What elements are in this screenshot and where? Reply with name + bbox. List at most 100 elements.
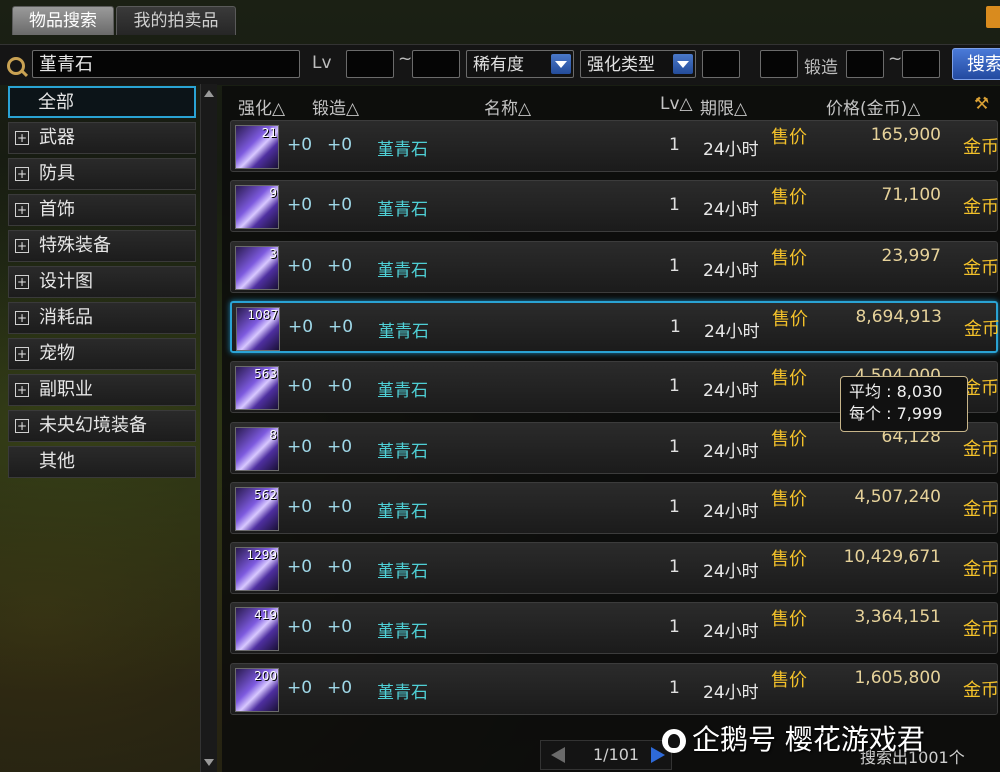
gem-item-icon[interactable]: 563 [235, 366, 279, 411]
table-row[interactable]: 562 +0 +0 堇青石 1 24小时 售价 4,507,240 金币 [230, 481, 999, 534]
category-sub-profession[interactable]: + 副职业 [8, 374, 196, 406]
currency-label: 金币 [964, 318, 1000, 340]
category-consumable[interactable]: + 消耗品 [8, 302, 196, 334]
sidebar-scrollbar[interactable] [200, 84, 217, 772]
gem-item-icon[interactable]: 1087 [236, 306, 280, 351]
enhance-type-dropdown[interactable]: 强化类型 [580, 50, 696, 78]
column-header-period[interactable]: 期限△ [700, 94, 747, 119]
expand-icon[interactable]: + [15, 275, 29, 289]
search-bar: 堇青石 Lv ~ 稀有度 强化类型 锻造 ~ 搜索 [0, 44, 1000, 85]
gem-item-icon[interactable]: 1299 [235, 547, 279, 592]
item-period: 24小时 [704, 321, 760, 342]
item-level: 1 [669, 677, 680, 698]
currency-label: 金币 [963, 559, 999, 581]
expand-icon[interactable]: + [15, 203, 29, 217]
currency-label: 金币 [963, 378, 999, 400]
category-blueprint[interactable]: + 设计图 [8, 266, 196, 298]
category-label: 宠物 [39, 343, 75, 364]
expand-icon[interactable]: + [15, 131, 29, 145]
forge-value: +0 [327, 376, 353, 397]
table-row[interactable]: 1087 +0 +0 堇青石 1 24小时 售价 8,694,913 金币 [230, 300, 1000, 353]
forge-min-input[interactable] [846, 50, 884, 78]
forge-range-tilde: ~ [888, 49, 903, 69]
category-label: 其他 [39, 451, 75, 472]
category-accessory[interactable]: + 首饰 [8, 194, 196, 226]
item-period: 24小时 [703, 622, 759, 643]
lv-max-input[interactable] [412, 50, 460, 78]
chevron-down-icon[interactable] [551, 54, 571, 74]
column-header-forge[interactable]: 锻造△ [312, 94, 359, 119]
category-special-equipment[interactable]: + 特殊装备 [8, 230, 196, 262]
category-armor[interactable]: + 防具 [8, 158, 196, 190]
category-all[interactable]: 全部 [8, 86, 196, 118]
category-label: 武器 [39, 127, 75, 148]
expand-icon[interactable]: + [15, 383, 29, 397]
chevron-down-icon[interactable] [673, 54, 693, 74]
item-period: 24小时 [703, 381, 759, 402]
item-name: 堇青石 [377, 260, 428, 281]
item-name: 堇青石 [377, 140, 428, 160]
enhance-max-input[interactable] [760, 50, 798, 78]
category-label: 副职业 [39, 379, 93, 400]
expand-icon[interactable]: + [15, 419, 29, 433]
expand-icon[interactable]: + [15, 347, 29, 361]
forge-max-input[interactable] [902, 50, 940, 78]
scroll-down-icon[interactable] [204, 759, 214, 766]
rarity-dropdown[interactable]: 稀有度 [466, 50, 574, 78]
table-row[interactable]: 419 +0 +0 堇青石 1 24小时 售价 3,364,151 金币 [230, 602, 999, 655]
item-name: 堇青石 [377, 622, 428, 643]
tab-item-search[interactable]: 物品搜索 [12, 6, 114, 35]
expand-icon[interactable]: + [15, 311, 29, 325]
item-count: 8 [269, 427, 277, 442]
table-row[interactable]: 3 +0 +0 堇青石 1 24小时 售价 23,997 金币 [230, 240, 999, 293]
enhance-value: +0 [287, 255, 313, 276]
category-label: 设计图 [39, 271, 93, 292]
gem-item-icon[interactable]: 21 [235, 125, 279, 169]
hammer-icon[interactable]: ⚒ [974, 94, 989, 114]
gem-item-icon[interactable]: 9 [235, 185, 279, 230]
forge-value: +0 [327, 677, 353, 698]
search-button[interactable]: 搜索 [952, 48, 1000, 80]
enhance-value: +0 [287, 617, 313, 638]
column-header-enhance[interactable]: 强化△ [238, 94, 285, 119]
watermark-text: 企鹅号 樱花游戏君 [692, 723, 925, 756]
scroll-up-icon[interactable] [204, 90, 214, 97]
lv-min-input[interactable] [346, 50, 394, 78]
gem-item-icon[interactable]: 419 [235, 607, 279, 652]
item-price: 10,429,671 [843, 547, 941, 568]
item-level: 1 [669, 255, 680, 276]
prev-page-icon[interactable] [551, 747, 565, 763]
forge-label: 锻造 [804, 58, 838, 78]
column-header-lv[interactable]: Lv△ [660, 94, 693, 114]
gem-item-icon[interactable]: 562 [235, 486, 279, 531]
category-weapon[interactable]: + 武器 [8, 122, 196, 154]
gem-item-icon[interactable]: 200 [235, 667, 279, 712]
item-price: 3,364,151 [854, 607, 941, 628]
gem-item-icon[interactable]: 8 [235, 426, 279, 471]
table-row[interactable]: 21 +0 +0 堇青石 1 24小时 售价 165,900 金币 [230, 120, 999, 172]
item-price: 71,100 [881, 185, 941, 206]
column-header-price[interactable]: 价格(金币)△ [826, 94, 920, 119]
item-period: 24小时 [703, 441, 759, 462]
lv-range-tilde: ~ [398, 49, 413, 69]
item-name: 堇青石 [377, 200, 428, 221]
enhance-min-input[interactable] [702, 50, 740, 78]
category-pet[interactable]: + 宠物 [8, 338, 196, 370]
tab-my-auctions[interactable]: 我的拍卖品 [116, 6, 236, 35]
expand-icon[interactable]: + [15, 239, 29, 253]
gem-item-icon[interactable]: 3 [235, 245, 279, 290]
category-other[interactable]: 其他 [8, 446, 196, 478]
lv-label: Lv [312, 53, 332, 73]
category-weiyang-equipment[interactable]: + 未央幻境装备 [8, 410, 196, 442]
mail-icon[interactable] [986, 6, 1000, 28]
table-row[interactable]: 200 +0 +0 堇青石 1 24小时 售价 1,605,800 金币 [230, 662, 999, 715]
table-row[interactable]: 1299 +0 +0 堇青石 1 24小时 售价 10,429,671 金币 [230, 542, 999, 595]
table-row[interactable]: 9 +0 +0 堇青石 1 24小时 售价 71,100 金币 [230, 180, 999, 233]
item-level: 1 [669, 617, 680, 638]
category-sidebar: 全部 + 武器 + 防具 + 首饰 + 特殊装备 + 设计图 + 消耗品 + 宠物 + 副职业 … [8, 84, 218, 772]
keyword-input[interactable]: 堇青石 [32, 50, 300, 78]
column-header-name[interactable]: 名称△ [484, 94, 531, 119]
item-price: 4,507,240 [854, 486, 941, 507]
expand-icon[interactable]: + [15, 167, 29, 181]
enhance-value: +0 [287, 135, 313, 155]
